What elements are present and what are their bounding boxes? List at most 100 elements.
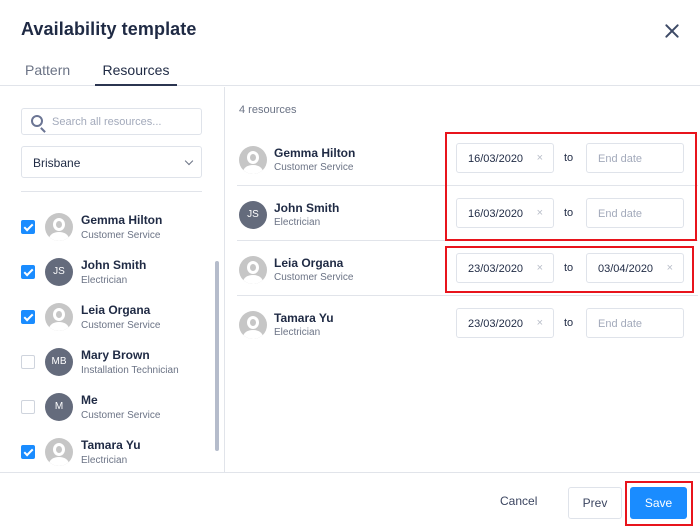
resource-role: Customer Service (81, 230, 161, 241)
resource-role: Customer Service (81, 320, 161, 331)
end-date-placeholder: End date (598, 318, 643, 330)
avatar-placeholder-icon (45, 438, 73, 466)
list-item[interactable]: Gemma Hilton Customer Service (0, 202, 210, 247)
clear-icon[interactable]: × (537, 152, 543, 164)
clear-icon[interactable]: × (537, 207, 543, 219)
avatar-body (49, 232, 69, 241)
resource-name: Gemma Hilton (81, 213, 163, 227)
resource-checkbox[interactable] (21, 265, 35, 279)
resource-name: Gemma Hilton (274, 146, 356, 160)
avatar-head (247, 316, 259, 329)
divider (21, 191, 202, 192)
resource-role: Customer Service (81, 410, 161, 421)
table-row: JS John Smith Electrician 16/03/2020 × to End … (237, 187, 698, 241)
start-date-field[interactable]: 23/03/2020 × (456, 253, 554, 283)
avatar-body (243, 165, 263, 174)
avatar: M (45, 393, 73, 421)
dialog-footer: Cancel Prev Save (0, 472, 700, 531)
resource-role: Electrician (274, 217, 321, 228)
avatar-head (53, 218, 65, 231)
avatar-head (247, 261, 259, 274)
resource-name: Leia Organa (274, 256, 344, 270)
end-date-field[interactable]: End date (586, 308, 684, 338)
resource-checkbox[interactable] (21, 220, 35, 234)
avatar-body (243, 275, 263, 284)
tab-bar: Pattern Resources (0, 58, 700, 86)
avatar: JS (45, 258, 73, 286)
start-date-value: 23/03/2020 (468, 263, 524, 275)
start-date-value: 16/03/2020 (468, 208, 524, 220)
resource-sidebar: Brisbane Gemma HiltonCustomer ServiceJSJ… (0, 87, 225, 472)
chevron-down-icon (184, 156, 194, 166)
to-label: to (564, 262, 574, 274)
list-item[interactable]: JS John Smith Electrician (0, 247, 210, 292)
resource-list: Gemma Hilton Customer Service JS John Smith… (0, 202, 210, 472)
resource-checkbox[interactable] (21, 355, 35, 369)
start-date-field[interactable]: 16/03/2020 × (456, 198, 554, 228)
avatar: JS (239, 201, 267, 229)
resource-role: Installation Technician (81, 365, 179, 376)
avatar-body (243, 330, 263, 339)
start-date-field[interactable]: 16/03/2020 × (456, 143, 554, 173)
to-label: to (564, 317, 574, 329)
resource-name: Tamara Yu (81, 438, 141, 452)
resource-role: Electrician (81, 275, 128, 286)
avatar-head (53, 308, 65, 321)
resource-name: Tamara Yu (274, 311, 334, 325)
search-box (21, 108, 202, 135)
list-item[interactable]: M Me Customer Service (0, 382, 210, 427)
search-input[interactable] (52, 113, 197, 131)
clear-icon[interactable]: × (537, 317, 543, 329)
resource-checkbox[interactable] (21, 445, 35, 459)
avatar-body (49, 322, 69, 331)
avatar-body (49, 457, 69, 466)
start-date-field[interactable]: 23/03/2020 × (456, 308, 554, 338)
list-item[interactable]: Tamara Yu Electrician (0, 427, 210, 472)
avatar-placeholder-icon (239, 256, 267, 284)
resource-name: Leia Organa (81, 303, 151, 317)
search-icon (31, 115, 43, 127)
resource-role: Customer Service (274, 162, 354, 173)
avatar-placeholder-icon (239, 311, 267, 339)
avatar-head (247, 151, 259, 164)
end-date-field[interactable]: End date (586, 143, 684, 173)
resource-name: John Smith (274, 201, 340, 215)
avatar-placeholder-icon (45, 303, 73, 331)
to-label: to (564, 207, 574, 219)
clear-icon[interactable]: × (667, 262, 673, 274)
avatar-placeholder-icon (45, 213, 73, 241)
resource-name: Me (81, 393, 98, 407)
location-select-value: Brisbane (33, 156, 81, 170)
location-select[interactable]: Brisbane (21, 146, 202, 178)
clear-icon[interactable]: × (537, 262, 543, 274)
start-date-value: 23/03/2020 (468, 318, 524, 330)
avatar: MB (45, 348, 73, 376)
tab-resources[interactable]: Resources (95, 62, 177, 86)
cancel-button[interactable]: Cancel (500, 494, 537, 508)
resource-role: Electrician (81, 455, 128, 466)
resource-name: John Smith (81, 258, 147, 272)
resource-checkbox[interactable] (21, 310, 35, 324)
resource-role: Electrician (274, 327, 321, 338)
prev-button[interactable]: Prev (568, 487, 622, 519)
to-label: to (564, 152, 574, 164)
resource-count: 4 resources (239, 104, 297, 116)
resource-checkbox[interactable] (21, 400, 35, 414)
end-date-placeholder: End date (598, 208, 643, 220)
list-item[interactable]: Leia Organa Customer Service (0, 292, 210, 337)
resource-role: Customer Service (274, 272, 354, 283)
dialog-title: Availability template (21, 19, 197, 39)
close-icon[interactable] (663, 22, 681, 40)
start-date-value: 16/03/2020 (468, 153, 524, 165)
selected-resources-panel: 4 resources Gemma Hilton Customer Service… (225, 87, 700, 472)
scrollbar[interactable] (215, 261, 219, 451)
table-row: Tamara Yu Electrician 23/03/2020 × to End dat… (237, 297, 698, 351)
resource-name: Mary Brown (81, 348, 150, 362)
avatar-head (53, 443, 65, 456)
end-date-field[interactable]: 03/04/2020 × (586, 253, 684, 283)
tab-pattern[interactable]: Pattern (25, 62, 70, 86)
table-row: Leia Organa Customer Service 23/03/2020 × to… (237, 242, 698, 296)
list-item[interactable]: MB Mary Brown Installation Technician (0, 337, 210, 382)
save-button[interactable]: Save (630, 487, 687, 519)
end-date-field[interactable]: End date (586, 198, 684, 228)
